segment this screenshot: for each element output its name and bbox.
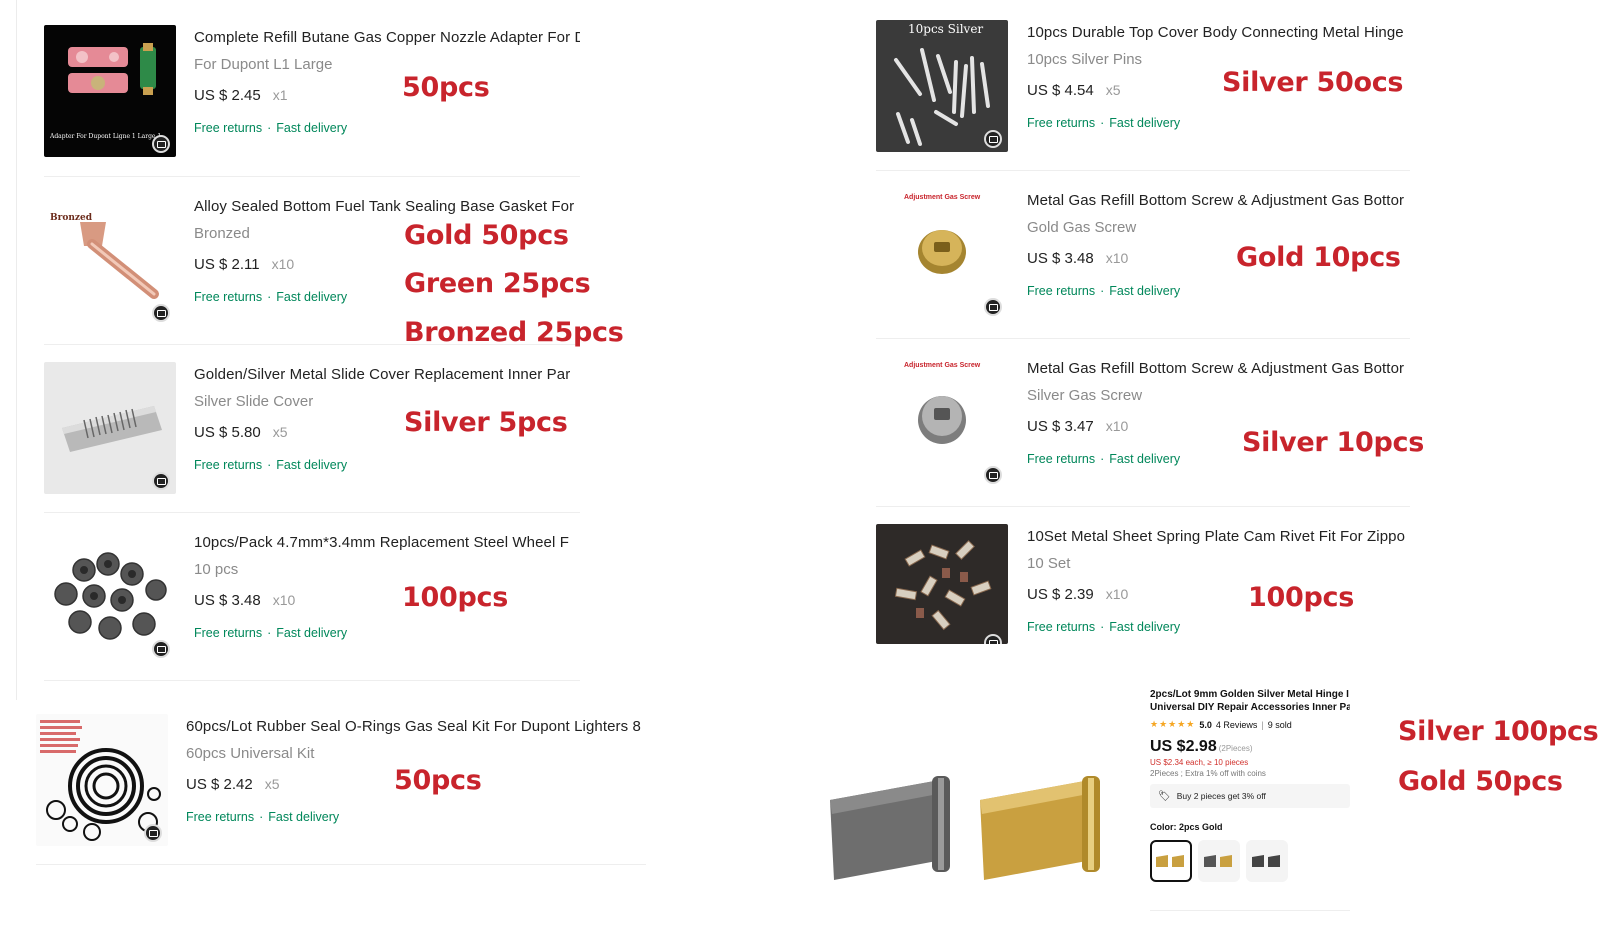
swatch-silver[interactable] bbox=[1246, 840, 1288, 882]
product-image-nozzle-adapter[interactable]: Adapter For Dupont Ligne 1 Large 1 bbox=[44, 25, 176, 157]
delivery-tags: Free returns · Fast delivery bbox=[194, 290, 348, 304]
quantity-note: Silver 50ocs bbox=[1222, 67, 1404, 98]
product-variant: 10 Set bbox=[1027, 555, 1071, 572]
quantity-note: 100pcs bbox=[1248, 582, 1354, 613]
product-variant: Bronzed bbox=[194, 225, 250, 242]
product-variant: Silver Slide Cover bbox=[194, 393, 314, 410]
product-image-spring-plates[interactable] bbox=[876, 524, 1008, 644]
product-image-slide-cover[interactable] bbox=[44, 362, 176, 494]
product-price: US $ 3.48 x10 bbox=[1027, 250, 1129, 267]
product-image-hinge-pins[interactable]: 10pcs Silver bbox=[876, 20, 1008, 152]
left-column-border bbox=[16, 0, 17, 700]
product-image-gold-gas-screw[interactable]: Adjustment Gas Screw bbox=[876, 188, 1008, 320]
quantity-note: Silver 100pcs bbox=[1398, 716, 1599, 747]
quantity-note: Green 25pcs bbox=[404, 268, 591, 299]
camera-icon[interactable] bbox=[152, 472, 170, 490]
coins-discount: 2Pieces ; Extra 1% off with coins bbox=[1150, 769, 1266, 778]
color-swatches bbox=[1150, 840, 1350, 882]
product-variant: Gold Gas Screw bbox=[1027, 219, 1137, 236]
hinge-price: US $2.98 (2Pieces) bbox=[1150, 738, 1253, 755]
camera-icon[interactable] bbox=[144, 824, 162, 842]
quantity-note: Silver 5pcs bbox=[404, 407, 568, 438]
camera-icon[interactable] bbox=[984, 130, 1002, 148]
product-title[interactable]: 10pcs Durable Top Cover Body Connecting … bbox=[1027, 24, 1407, 41]
product-price: US $ 2.42 x5 bbox=[186, 776, 280, 793]
swatch-gold[interactable] bbox=[1150, 840, 1192, 882]
product-variant: 10pcs Silver Pins bbox=[1027, 51, 1143, 68]
thumb-caption: Bronzed bbox=[50, 213, 93, 223]
thumb-caption: Adapter For Dupont Ligne 1 Large 1 bbox=[50, 133, 162, 140]
product-title[interactable]: Metal Gas Refill Bottom Screw & Adjustme… bbox=[1027, 360, 1407, 377]
product-title[interactable]: 10Set Metal Sheet Spring Plate Cam Rivet… bbox=[1027, 528, 1407, 545]
quantity-note: Bronzed 25pcs bbox=[404, 317, 624, 348]
product-price: US $ 3.48 x10 bbox=[194, 592, 296, 609]
bulk-discount-banner[interactable]: 🏷 Buy 2 pieces get 3% off bbox=[1150, 784, 1350, 808]
quantity-note: Gold 50pcs bbox=[404, 220, 569, 251]
quantity-note: Silver 10pcs bbox=[1242, 427, 1424, 458]
product-title[interactable]: 10pcs/Pack 4.7mm*3.4mm Replacement Steel… bbox=[194, 534, 574, 551]
product-price: US $ 2.39 x10 bbox=[1027, 586, 1129, 603]
product-variant: For Dupont L1 Large bbox=[194, 56, 333, 73]
delivery-tags: Free returns · Fast delivery bbox=[194, 458, 348, 472]
quantity-note: 50pcs bbox=[394, 765, 482, 796]
product-image-gasket[interactable]: Bronzed bbox=[44, 194, 176, 326]
quantity-note: Gold 10pcs bbox=[1236, 242, 1401, 273]
delivery-tags: Free returns · Fast delivery bbox=[1027, 116, 1181, 130]
product-variant: Silver Gas Screw bbox=[1027, 387, 1143, 404]
product-title[interactable]: Alloy Sealed Bottom Fuel Tank Sealing Ba… bbox=[194, 198, 574, 215]
product-title[interactable]: Metal Gas Refill Bottom Screw & Adjustme… bbox=[1027, 192, 1407, 209]
product-price: US $ 2.11 x10 bbox=[194, 256, 295, 273]
delivery-tags: Free returns · Fast delivery bbox=[1027, 452, 1181, 466]
product-image-o-rings[interactable] bbox=[36, 714, 168, 846]
hinge-product-panel: 2pcs/Lot 9mm Golden Silver Metal Hinge I… bbox=[1150, 688, 1350, 911]
delivery-tags: Free returns · Fast delivery bbox=[194, 121, 348, 135]
product-price: US $ 5.80 x5 bbox=[194, 424, 288, 441]
product-title[interactable]: Complete Refill Butane Gas Copper Nozzle… bbox=[194, 29, 580, 46]
product-title[interactable]: Golden/Silver Metal Slide Cover Replacem… bbox=[194, 366, 574, 383]
product-price: US $ 2.45 x1 bbox=[194, 87, 288, 104]
product-variant: 10 pcs bbox=[194, 561, 239, 578]
swatch-mixed[interactable] bbox=[1198, 840, 1240, 882]
thumb-caption: Adjustment Gas Screw bbox=[904, 194, 981, 201]
product-image-metal-hinges bbox=[820, 760, 1130, 900]
bulk-price: US $2.34 each, ≥ 10 pieces bbox=[1150, 758, 1249, 767]
product-image-steel-wheels[interactable] bbox=[44, 530, 176, 662]
quantity-note: Gold 50pcs bbox=[1398, 766, 1563, 797]
product-price: US $ 4.54 x5 bbox=[1027, 82, 1121, 99]
quantity-note: 100pcs bbox=[402, 582, 508, 613]
quantity-note: 50pcs bbox=[402, 72, 490, 103]
delivery-tags: Free returns · Fast delivery bbox=[1027, 284, 1181, 298]
camera-icon[interactable] bbox=[152, 135, 170, 153]
delivery-tags: Free returns · Fast delivery bbox=[186, 810, 340, 824]
product-variant: 60pcs Universal Kit bbox=[186, 745, 315, 762]
product-title[interactable]: 60pcs/Lot Rubber Seal O-Rings Gas Seal K… bbox=[186, 718, 646, 735]
product-image-silver-gas-screw[interactable]: Adjustment Gas Screw bbox=[876, 356, 1008, 488]
delivery-tags: Free returns · Fast delivery bbox=[1027, 620, 1181, 634]
thumb-caption: 10pcs Silver bbox=[908, 22, 984, 36]
star-rating-icon: ★★★★★ bbox=[1150, 719, 1196, 729]
hinge-title[interactable]: 2pcs/Lot 9mm Golden Silver Metal Hinge I… bbox=[1150, 688, 1350, 714]
delivery-tags: Free returns · Fast delivery bbox=[194, 626, 348, 640]
camera-icon[interactable] bbox=[152, 304, 170, 322]
tag-icon: 🏷 bbox=[1158, 790, 1171, 802]
camera-icon[interactable] bbox=[984, 298, 1002, 316]
camera-icon[interactable] bbox=[152, 640, 170, 658]
rating-row: ★★★★★ 5.0 4 Reviews | 9 sold bbox=[1150, 719, 1292, 730]
thumb-caption: Adjustment Gas Screw bbox=[904, 362, 981, 369]
product-price: US $ 3.47 x10 bbox=[1027, 418, 1129, 435]
camera-icon[interactable] bbox=[984, 466, 1002, 484]
color-label: Color: 2pcs Gold bbox=[1150, 822, 1223, 832]
